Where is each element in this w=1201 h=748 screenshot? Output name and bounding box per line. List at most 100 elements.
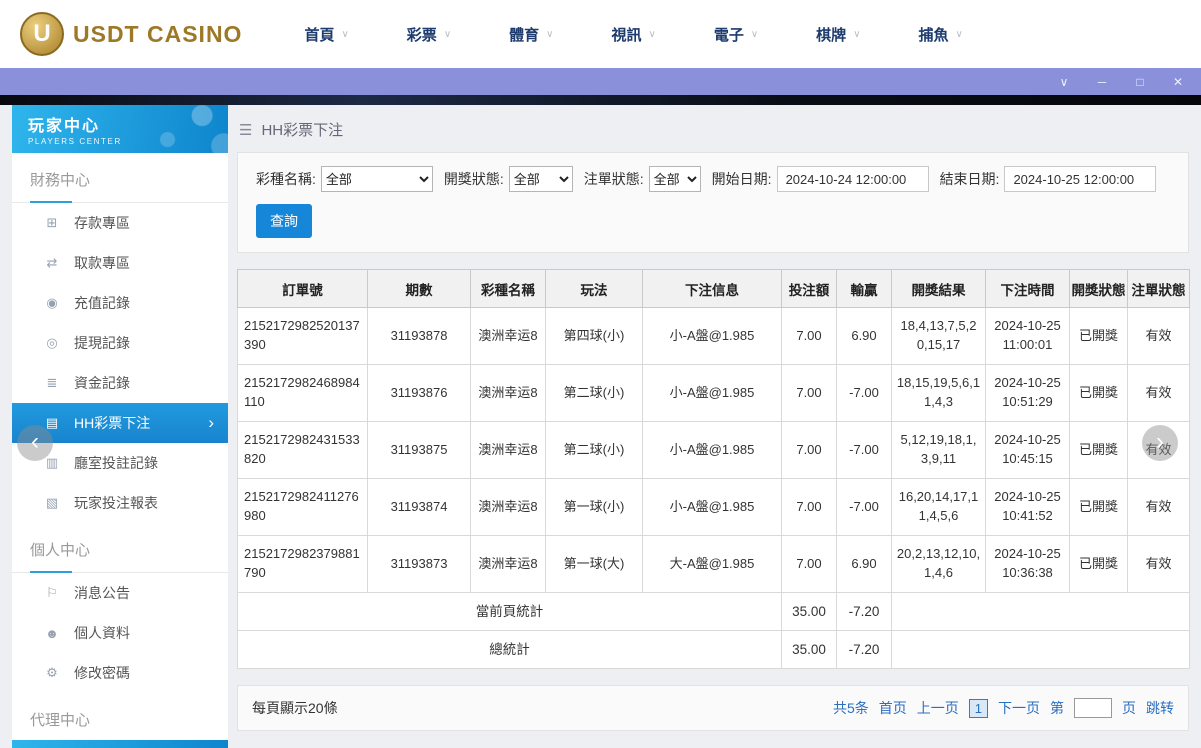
sidebar-item-player-bet-report[interactable]: ▧ 玩家投注報表 [12, 483, 228, 523]
cell-play: 第一球(大) [545, 535, 643, 593]
draw-status-select[interactable]: 全部 [508, 166, 573, 192]
main-menu: 首頁 ∨ 彩票 ∨ 體育 ∨ 視訊 ∨ 電子 ∨ 棋牌 ∨ 捕魚 ∨ [304, 24, 962, 45]
page-summary-empty [891, 592, 1190, 631]
end-date-input[interactable] [1004, 166, 1157, 192]
close-icon[interactable]: ✕ [1171, 76, 1185, 88]
cell-info: 小-A盤@1.985 [642, 478, 782, 536]
sidebar-item-deposit[interactable]: ⊞ 存款專區 [12, 203, 228, 243]
sidebar-subtitle: PLAYERS CENTER [28, 137, 122, 146]
nav-item-lottery[interactable]: 彩票 ∨ [407, 24, 451, 45]
maximize-icon[interactable]: □ [1133, 76, 1147, 88]
cell-time: 2024-10-25 11:00:01 [985, 307, 1070, 365]
breadcrumb: ☰ HH彩票下注 [239, 119, 1189, 140]
first-page-link[interactable]: 首页 [879, 698, 907, 718]
lottery-name-select[interactable]: 全部 [320, 166, 433, 192]
minimize-icon[interactable]: ─ [1095, 76, 1109, 88]
cell-issue: 31193873 [367, 535, 471, 593]
search-button[interactable]: 查詢 [256, 204, 312, 238]
start-date-input[interactable] [776, 166, 929, 192]
goto-button[interactable]: 跳转 [1146, 698, 1174, 718]
nav-label: 電子 [713, 26, 744, 44]
total-summary-winloss: -7.20 [836, 630, 892, 669]
cell-lottery: 澳洲幸运8 [470, 364, 546, 422]
nav-label: 體育 [509, 26, 540, 44]
goto-prefix-label: 第 [1050, 700, 1064, 716]
table-row: 2152172982431533820 31193875 澳洲幸运8 第二球(小) 小-… [237, 421, 1190, 479]
hamburger-icon[interactable]: ☰ [239, 121, 252, 139]
section-title-personal: 個人中心 [12, 523, 228, 573]
cell-result: 16,20,14,17,11,4,5,6 [891, 478, 986, 536]
total-summary-row: 總統計 35.00 -7.20 [237, 630, 1190, 669]
goto-page-input[interactable] [1074, 698, 1112, 718]
carousel-right-arrow[interactable]: › [1142, 425, 1178, 461]
cell-drawstatus: 已開獎 [1069, 364, 1128, 422]
nav-item-slots[interactable]: 電子 ∨ [714, 24, 758, 45]
carousel-left-arrow[interactable]: ‹ [17, 425, 53, 461]
filter-panel: 彩種名稱: 全部 開獎狀態: 全部 注單狀態: 全部 開始日期: 2024-10… [237, 152, 1189, 253]
cell-result: 18,15,19,5,6,11,4,3 [891, 364, 986, 422]
nav-item-fishing[interactable]: 捕魚 ∨ [919, 24, 963, 45]
nav-item-sports[interactable]: 體育 ∨ [509, 24, 553, 45]
room-bet-record-icon: ▥ [45, 455, 59, 470]
cell-info: 小-A盤@1.985 [642, 364, 782, 422]
order-status-select[interactable]: 全部 [648, 166, 701, 192]
column-header: 彩種名稱 [470, 269, 546, 308]
top-nav: U USDT CASINO 首頁 ∨ 彩票 ∨ 體育 ∨ 視訊 ∨ 電子 ∨ 棋… [0, 0, 1201, 68]
chevron-down-icon: ∨ [750, 28, 759, 40]
cell-drawstatus: 已開獎 [1069, 535, 1128, 593]
cell-result: 5,12,19,18,1,3,9,11 [891, 421, 986, 479]
table-row: 2152172982468984110 31193876 澳洲幸运8 第二球(小) 小-… [237, 364, 1190, 422]
cell-order: 2152172982431533820 [237, 421, 368, 479]
withdraw-icon: ⇄ [46, 255, 58, 270]
cell-info: 大-A盤@1.985 [642, 535, 782, 593]
cell-issue: 31193876 [367, 364, 471, 422]
cell-bet: 7.00 [781, 364, 837, 422]
page-summary-winloss: -7.20 [836, 592, 892, 631]
cell-lottery: 澳洲幸运8 [470, 421, 546, 479]
cell-play: 第二球(小) [545, 421, 643, 479]
logo-text: USDT CASINO [73, 20, 243, 47]
sidebar: 玩家中心 PLAYERS CENTER 財務中心 ⊞ 存款專區 ⇄ 取款專區 ◉… [12, 105, 228, 748]
workspace: 玩家中心 PLAYERS CENTER 財務中心 ⊞ 存款專區 ⇄ 取款專區 ◉… [0, 105, 1201, 748]
sidebar-item-funds-record[interactable]: ≣ 資金記錄 [12, 363, 228, 403]
cell-win: -7.00 [836, 421, 892, 479]
announcement-icon: ⚐ [46, 585, 58, 600]
column-header: 訂單號 [237, 269, 368, 308]
sidebar-item-profile[interactable]: ☻ 個人資料 [12, 613, 228, 653]
column-header: 投注額 [781, 269, 837, 308]
draw-status-label: 開獎狀態: [443, 171, 504, 187]
prev-page-link[interactable]: 上一页 [917, 698, 959, 718]
nav-item-home[interactable]: 首頁 ∨ [304, 24, 348, 45]
sidebar-header: 玩家中心 PLAYERS CENTER [12, 105, 228, 153]
sidebar-item-announcements[interactable]: ⚐ 消息公告 [12, 573, 228, 613]
sidebar-item-label: 取款專區 [74, 255, 130, 271]
nav-item-live[interactable]: 視訊 ∨ [611, 24, 655, 45]
page-summary-bet: 35.00 [781, 592, 837, 631]
title-bar: ∨ ─ □ ✕ [0, 68, 1201, 95]
sidebar-item-label: 存款專區 [74, 215, 130, 231]
sidebar-item-recharge-record[interactable]: ◉ 充值記錄 [12, 283, 228, 323]
chevron-down-icon: ∨ [546, 28, 554, 40]
table-row: 2152172982411276980 31193874 澳洲幸运8 第一球(小) 小-… [237, 478, 1190, 536]
column-header: 輸贏 [836, 269, 892, 308]
table-body: 2152172982520137390 31193878 澳洲幸运8 第四球(小) 小-… [237, 307, 1190, 593]
sidebar-item-label: 充值記錄 [74, 295, 130, 311]
chevron-left-icon: ‹ [31, 427, 39, 455]
sidebar-item-withdraw[interactable]: ⇄ 取款專區 [12, 243, 228, 283]
bet-table-card: 訂單號 期數 彩種名稱 玩法 下注信息 投注額 輸贏 開獎結果 下注時間 開獎狀態 注單狀態 215… [237, 269, 1190, 669]
cell-order: 2152172982468984110 [237, 364, 368, 422]
column-header: 下注時間 [985, 269, 1070, 308]
window-chevron-icon[interactable]: ∨ [1057, 76, 1071, 88]
goto-suffix-label: 页 [1122, 700, 1136, 716]
nav-item-cards[interactable]: 棋牌 ∨ [816, 24, 860, 45]
cell-lottery: 澳洲幸运8 [470, 535, 546, 593]
sidebar-item-withdrawal-record[interactable]: ◎ 提現記錄 [12, 323, 228, 363]
next-page-link[interactable]: 下一页 [998, 698, 1040, 718]
current-page[interactable]: 1 [968, 698, 988, 718]
logo[interactable]: U USDT CASINO [20, 12, 242, 56]
column-header: 期數 [367, 269, 471, 308]
pager: 共5条 首页 上一页 1 下一页 第 页 跳转 [833, 698, 1174, 718]
total-summary-bet: 35.00 [781, 630, 837, 669]
order-status-label: 注單狀態: [583, 171, 644, 187]
sidebar-item-change-password[interactable]: ⚙ 修改密碼 [12, 653, 228, 693]
